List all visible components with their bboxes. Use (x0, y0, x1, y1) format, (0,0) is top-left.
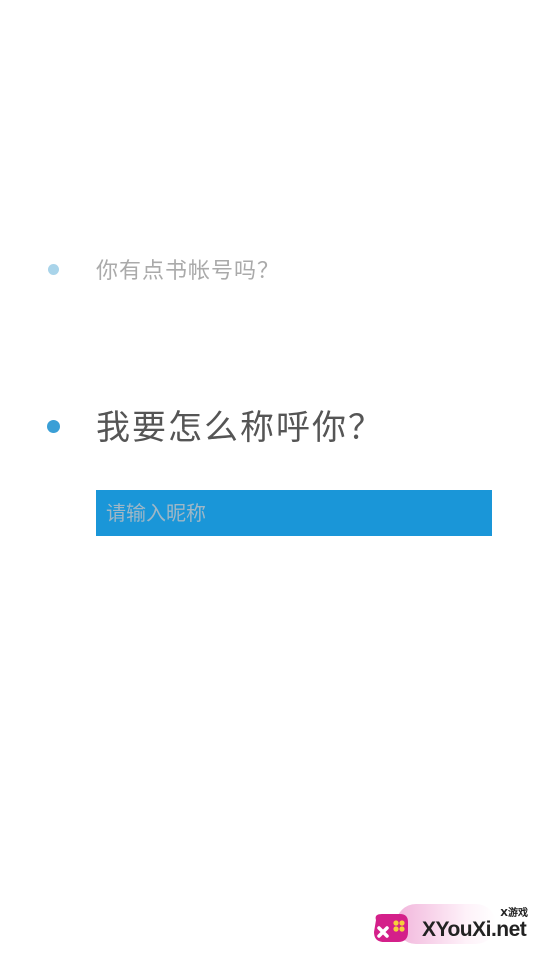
watermark-tag: X游戏 (500, 908, 528, 919)
step-indicator-dot-inactive (48, 264, 59, 275)
onboarding-screen: 你有点书帐号吗？ 我要怎么称呼你？ X游戏 XYouXi.net (0, 0, 540, 960)
nickname-input[interactable] (96, 490, 492, 536)
watermark-site: XYouXi.net (422, 918, 527, 941)
gamepad-icon (374, 914, 408, 942)
site-watermark: X游戏 XYouXi.net (366, 900, 536, 956)
nickname-question-text: 我要怎么称呼你？ (96, 408, 384, 448)
step-indicator-dot-active (47, 420, 60, 433)
account-question-text: 你有点书帐号吗？ (96, 259, 281, 284)
